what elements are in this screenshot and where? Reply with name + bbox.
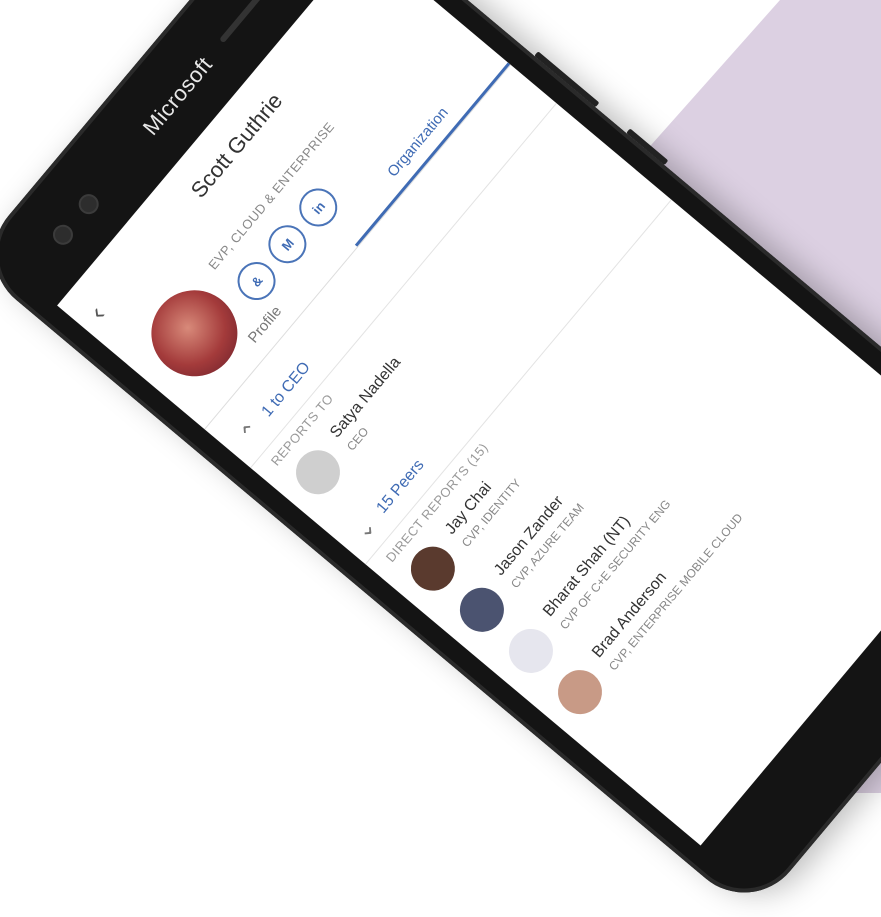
avatar: [450, 578, 513, 641]
chevron-down-icon: ⌄: [349, 513, 381, 544]
peers-label: 15 Peers: [373, 456, 428, 517]
avatar: [548, 661, 611, 724]
to-ceo-label: 1 to CEO: [258, 358, 314, 421]
avatar: [401, 537, 464, 600]
chevron-up-icon: ⌃: [234, 417, 266, 448]
avatar: [499, 619, 562, 682]
avatar: [287, 441, 349, 504]
